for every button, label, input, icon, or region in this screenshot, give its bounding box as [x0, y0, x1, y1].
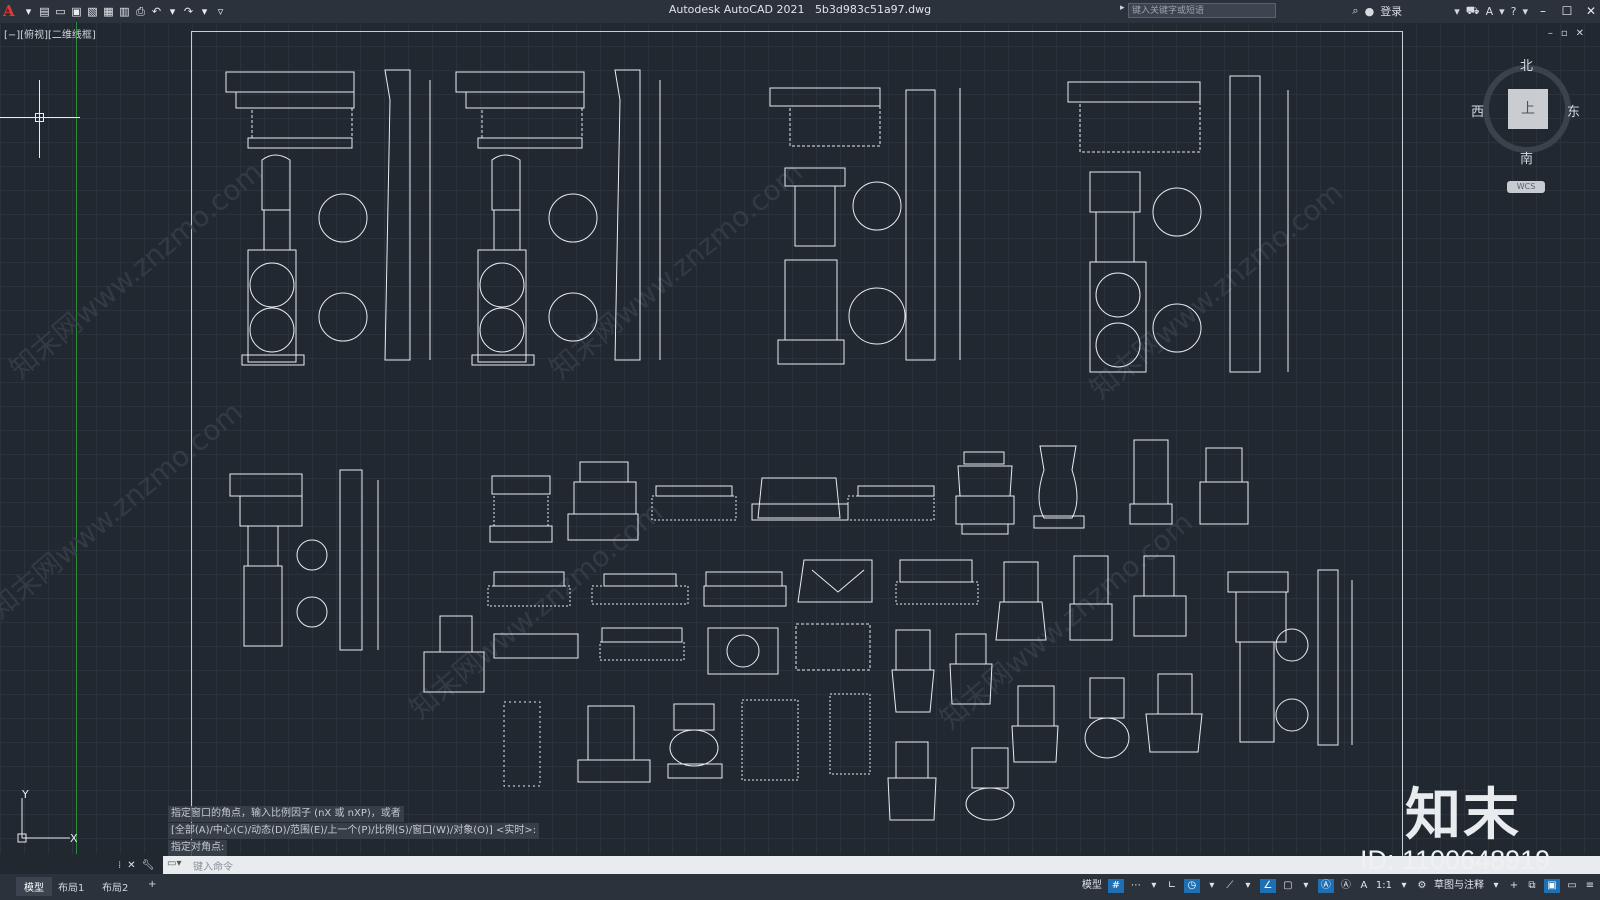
tab-model[interactable]: 模型	[16, 877, 52, 896]
object-snap-tracking-icon[interactable]: ∠	[1259, 879, 1276, 893]
scale-dropdown-icon[interactable]: ▾	[1398, 879, 1410, 893]
compass-west[interactable]: 西	[1471, 101, 1484, 120]
ortho-icon[interactable]: ∟	[1166, 879, 1178, 893]
object-snap-icon[interactable]: ▢	[1282, 879, 1294, 893]
grid-icon[interactable]: #	[1107, 879, 1124, 893]
svg-text:X: X	[70, 832, 78, 845]
viewport-window-controls: –▫✕	[1548, 28, 1592, 39]
isodraft-icon[interactable]: ⟋	[1224, 879, 1236, 893]
customize-wrench-icon[interactable]: 🔧︎	[142, 860, 155, 871]
user-icon[interactable]: ●	[1365, 5, 1375, 18]
base-details-row-1	[489, 439, 1249, 543]
column-elevation-3	[769, 87, 961, 365]
help-icon[interactable]: ?	[1511, 5, 1517, 18]
viewcube-top-face[interactable]: 上	[1508, 89, 1548, 129]
viewport-close-icon[interactable]: ✕	[1576, 28, 1592, 39]
login-link[interactable]: 登录	[1380, 3, 1402, 19]
column-elevation-5	[229, 469, 379, 651]
a360-icon[interactable]: A	[1486, 5, 1494, 18]
tab-layout1[interactable]: 布局1	[58, 879, 84, 894]
compass-east[interactable]: 东	[1567, 101, 1580, 120]
maximize-button[interactable]: ☐	[1558, 4, 1576, 18]
column-elevation-6	[1227, 569, 1353, 746]
annotation-scale-value[interactable]: 1:1	[1376, 879, 1392, 893]
tab-add[interactable]: +	[148, 879, 156, 890]
login-dropdown-icon[interactable]: ▾	[1454, 5, 1460, 18]
file-name: 5b3d983c51a97.dwg	[814, 3, 932, 16]
cad-drawing	[225, 69, 1353, 821]
close-button[interactable]: ✕	[1582, 4, 1600, 18]
workspace-dropdown-icon[interactable]: ▾	[1490, 879, 1502, 893]
customization-menu-icon[interactable]: ≡	[1584, 879, 1596, 893]
clean-screen-icon[interactable]: ▭	[1566, 879, 1578, 893]
model-space-toggle[interactable]: 模型	[1082, 879, 1102, 893]
status-bar: 模型 布局1 布局2 + 模型 # ⋯ ▾ ∟ ◷ ▾ ⟋ ▾ ∠ ▢ ▾ Ⓐ …	[0, 874, 1600, 900]
polar-dropdown-icon[interactable]: ▾	[1206, 879, 1218, 893]
column-elevation-1	[225, 69, 431, 366]
base-details-row-3	[493, 623, 1203, 763]
minimize-button[interactable]: –	[1534, 4, 1552, 18]
watermark-brand: 知末	[1405, 783, 1521, 848]
command-history-line: 指定对角点:	[168, 840, 228, 856]
command-input[interactable]: 键入命令	[193, 858, 233, 873]
viewport-controls[interactable]: [−][俯视][二维线框]	[4, 26, 96, 41]
expand-arrow-icon[interactable]: ▸	[1120, 3, 1125, 13]
object-snap-dropdown-icon[interactable]: ▾	[1300, 879, 1312, 893]
isolate-objects-icon[interactable]: ⧉	[1526, 879, 1538, 893]
annotation-scale-icon[interactable]: A	[1358, 879, 1370, 893]
command-prompt-icon[interactable]: ▭▾	[167, 858, 181, 869]
snap-dropdown-icon[interactable]: ▾	[1148, 879, 1160, 893]
help-dropdown-icon[interactable]: ▾	[1522, 5, 1528, 18]
column-elevation-2	[455, 69, 661, 366]
cart-icon[interactable]: ⛟	[1466, 4, 1480, 19]
close-command-line-icon[interactable]: ✕	[127, 860, 135, 871]
plus-icon[interactable]: +	[1508, 879, 1520, 893]
base-details-row-2	[423, 555, 1187, 693]
column-elevation-4	[1067, 75, 1289, 373]
gear-icon[interactable]: ⚙	[1416, 879, 1428, 893]
wcs-menu[interactable]: WCS	[1507, 181, 1545, 193]
title-bar: A ▾ ▤ ▭ ▣ ▧ ▦ ▥ ⎙ ↶ ▾ ↷ ▾ ▿ Autodesk Aut…	[0, 0, 1600, 22]
app-name: Autodesk AutoCAD 2021	[668, 3, 805, 16]
status-tools: 模型 # ⋯ ▾ ∟ ◷ ▾ ⟋ ▾ ∠ ▢ ▾ Ⓐ Ⓐ A 1:1 ▾ ⚙ 草…	[1082, 879, 1596, 893]
tab-layout2[interactable]: 布局2	[102, 879, 128, 894]
command-history-line: 指定窗口的角点，输入比例因子 (nX 或 nXP)，或者	[168, 806, 404, 822]
base-details-row-4	[503, 693, 1015, 821]
command-line-controls: ⁞ ✕ 🔧︎	[118, 856, 163, 874]
viewcube[interactable]: 上 北 南 东 西 WCS	[1471, 55, 1585, 195]
viewport-minimize-icon[interactable]: –	[1548, 28, 1561, 39]
title-bar-right: ⌕ ● 登录 ▾ ⛟ A ▾ ? ▾ – ☐ ✕	[1352, 3, 1600, 19]
search-input[interactable]: 键入关键字或短语	[1128, 3, 1276, 18]
compass-north[interactable]: 北	[1520, 55, 1533, 74]
compass-south[interactable]: 南	[1520, 148, 1533, 167]
grip-handle-icon[interactable]: ⁞	[118, 860, 121, 871]
auto-scale-icon[interactable]: Ⓐ	[1340, 879, 1352, 893]
a360-dropdown-icon[interactable]: ▾	[1499, 5, 1505, 18]
workspace-switch[interactable]: 草图与注释	[1434, 879, 1484, 893]
command-history-line: [全部(A)/中心(C)/动态(D)/范围(E)/上一个(P)/比例(S)/窗口…	[168, 823, 540, 839]
search-icon[interactable]: ⌕	[1352, 4, 1358, 18]
hardware-acceleration-icon[interactable]: ▣	[1544, 879, 1560, 893]
snap-icon[interactable]: ⋯	[1130, 879, 1142, 893]
cursor-pickbox	[35, 113, 44, 122]
command-history: 指定窗口的角点，输入比例因子 (nX 或 nXP)，或者 [全部(A)/中心(C…	[168, 806, 540, 857]
viewport-restore-icon[interactable]: ▫	[1561, 28, 1576, 39]
annotation-visibility-icon[interactable]: Ⓐ	[1317, 879, 1334, 893]
ucs-icon: Y X	[17, 790, 78, 845]
svg-text:Y: Y	[21, 790, 29, 801]
watermark-id: ID: 1100648919	[1360, 845, 1551, 875]
isodraft-dropdown-icon[interactable]: ▾	[1242, 879, 1254, 893]
polar-tracking-icon[interactable]: ◷	[1183, 879, 1200, 893]
